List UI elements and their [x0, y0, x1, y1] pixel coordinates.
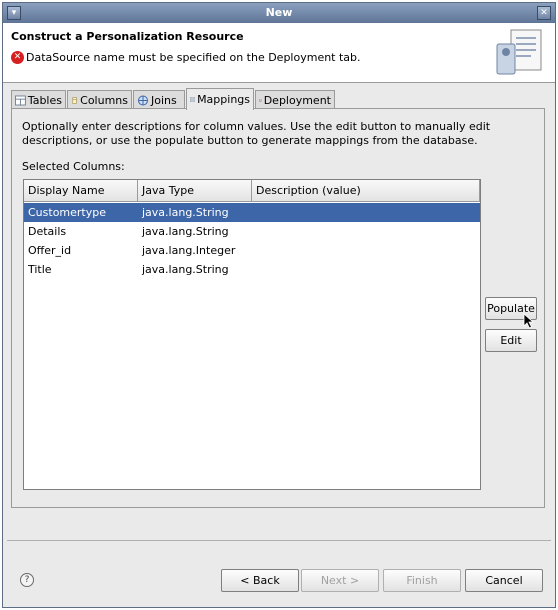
error-icon: ✕ — [11, 50, 24, 64]
mappings-panel: Optionally enter descriptions for column… — [11, 108, 545, 508]
cell-display-name: Details — [28, 225, 67, 238]
cell-display-name: Offer_id — [28, 244, 72, 257]
cell-java-type: java.lang.Integer — [142, 244, 236, 257]
close-icon[interactable]: ✕ — [537, 6, 551, 20]
page-title: Construct a Personalization Resource — [11, 30, 244, 43]
column-header-description[interactable]: Description (value) — [252, 180, 480, 201]
selected-columns-table[interactable]: Display Name Java Type Description (valu… — [23, 179, 481, 490]
column-header-java-type[interactable]: Java Type — [138, 180, 252, 201]
table-icon — [15, 95, 26, 105]
title-bar[interactable]: ▾ New ✕ — [3, 3, 555, 23]
column-icon — [72, 96, 77, 104]
tab-label: Tables — [27, 93, 62, 107]
error-message-text: DataSource name must be specified on the… — [26, 50, 361, 64]
cell-display-name: Customertype — [28, 206, 107, 219]
tab-columns[interactable]: Columns — [67, 90, 132, 109]
tab-label: Mappings — [197, 93, 250, 106]
selected-columns-label: Selected Columns: — [22, 160, 125, 173]
tab-label: Deployment — [263, 93, 331, 107]
finish-button[interactable]: Finish — [383, 569, 461, 592]
deployment-icon — [259, 98, 262, 102]
wizard-header: Construct a Personalization Resource ✕ D… — [3, 23, 555, 83]
table-header: Display Name Java Type Description (valu… — [24, 180, 480, 202]
cell-display-name: Title — [28, 263, 52, 276]
tab-mappings[interactable]: Mappings — [186, 88, 254, 110]
wizard-banner-icon — [496, 29, 542, 75]
edit-button[interactable]: Edit — [485, 329, 537, 352]
cancel-button[interactable]: Cancel — [465, 569, 543, 592]
back-button[interactable]: < Back — [221, 569, 299, 592]
cell-java-type: java.lang.String — [142, 225, 229, 238]
wizard-window: ▾ New ✕ Construct a Personalization Reso… — [2, 2, 556, 608]
instructions-text: Optionally enter descriptions for column… — [22, 120, 491, 147]
window-title: New — [265, 6, 293, 19]
help-icon[interactable]: ? — [20, 573, 34, 587]
tab-label: Columns — [80, 93, 128, 107]
mouse-cursor-icon — [523, 313, 535, 329]
mapping-icon — [190, 97, 196, 102]
error-message: ✕ DataSource name must be specified on t… — [11, 49, 361, 65]
button-bar-separator — [7, 540, 551, 541]
table-row[interactable]: Details java.lang.String — [24, 222, 480, 241]
cell-java-type: java.lang.String — [142, 263, 229, 276]
column-header-display-name[interactable]: Display Name — [24, 180, 138, 201]
table-row[interactable]: Offer_id java.lang.Integer — [24, 241, 480, 260]
cell-java-type: java.lang.String — [142, 206, 229, 219]
join-icon — [138, 95, 148, 105]
tab-tables[interactable]: Tables — [11, 90, 66, 109]
table-row[interactable]: Customertype java.lang.String — [24, 203, 480, 222]
tab-deployment[interactable]: Deployment — [255, 90, 335, 109]
tab-label: Joins — [151, 93, 177, 107]
tab-joins[interactable]: Joins — [133, 90, 185, 109]
next-button[interactable]: Next > — [301, 569, 379, 592]
table-row[interactable]: Title java.lang.String — [24, 260, 480, 279]
